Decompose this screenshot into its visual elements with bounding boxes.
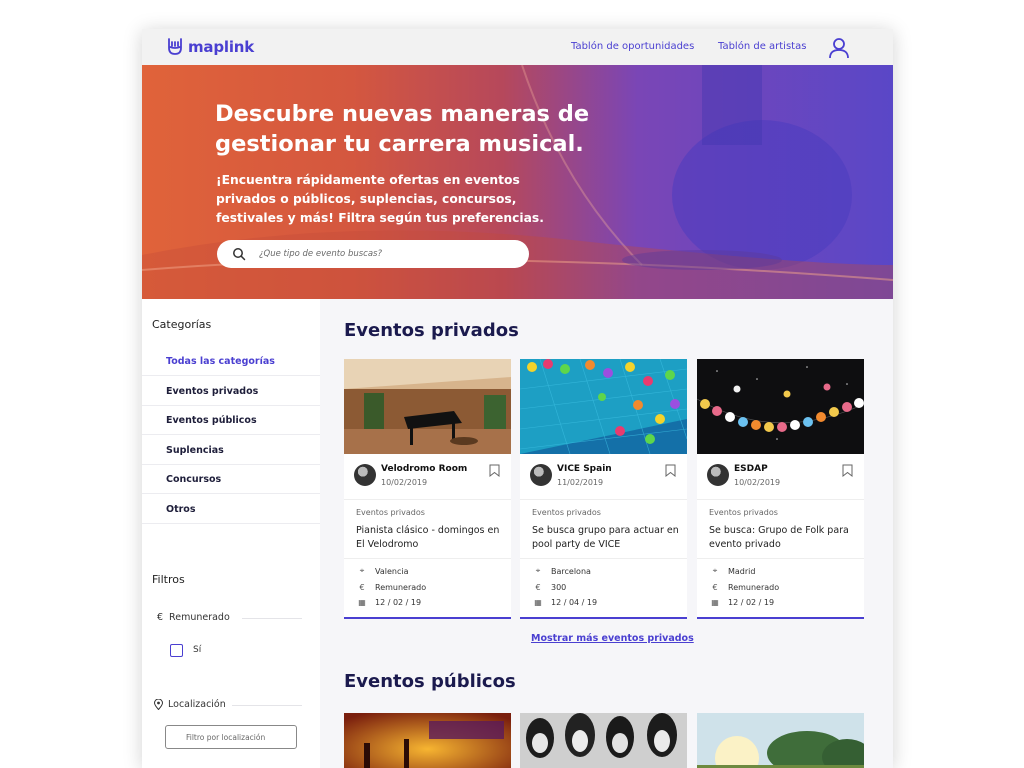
- public-events-title: Eventos públicos: [344, 671, 516, 692]
- user-profile-icon[interactable]: [828, 37, 850, 59]
- brand-name: maplink: [188, 38, 255, 56]
- card-event-date: ▦ 12 / 02 / 19: [710, 597, 774, 607]
- event-image-lanterns: [697, 359, 864, 454]
- category-others[interactable]: Otros: [142, 495, 320, 524]
- search-icon: [233, 248, 246, 261]
- euro-icon: €: [535, 582, 541, 592]
- top-navbar: maplink Tablón de oportunidades Tablón d…: [142, 29, 893, 65]
- filters-title: Filtros: [152, 573, 185, 586]
- card-organizer-name: VICE Spain: [557, 464, 612, 474]
- card-event-date-text: 12 / 02 / 19: [375, 597, 422, 607]
- euro-icon: €: [359, 582, 365, 592]
- euro-icon: €: [712, 582, 718, 592]
- location-filter-input[interactable]: [165, 725, 297, 749]
- card-location-text: Madrid: [728, 566, 756, 576]
- paid-filter-label: € Remunerado: [157, 612, 230, 623]
- brand-logo[interactable]: maplink: [166, 37, 254, 57]
- card-category: Eventos privados: [356, 508, 425, 517]
- avatar: [707, 464, 729, 486]
- calendar-icon: ▦: [534, 597, 542, 607]
- public-event-image-band[interactable]: [520, 713, 687, 768]
- card-location: ⌖ Valencia: [357, 566, 409, 576]
- hero-title: Descubre nuevas maneras de gestionar tu …: [215, 101, 590, 157]
- card-event-date: ▦ 12 / 02 / 19: [357, 597, 421, 607]
- paid-checkbox[interactable]: [170, 644, 183, 657]
- card-description: Se busca: Grupo de Folk para evento priv…: [709, 525, 849, 550]
- divider: [520, 558, 687, 559]
- bookmark-icon[interactable]: [842, 464, 853, 477]
- location-pin-icon: [154, 699, 163, 710]
- category-public-events[interactable]: Eventos públicos: [142, 406, 320, 435]
- card-location: ⌖ Barcelona: [533, 566, 591, 576]
- paid-filter-text: Remunerado: [169, 612, 230, 623]
- card-organizer-name: Velodromo Room: [381, 464, 468, 474]
- divider: [697, 558, 864, 559]
- nav-opportunities-link[interactable]: Tablón de oportunidades: [571, 41, 694, 52]
- card-post-date: 10/02/2019: [734, 478, 781, 487]
- show-more-private-events-link[interactable]: Mostrar más eventos privados: [531, 633, 694, 644]
- rock-hand-icon: [168, 38, 182, 55]
- card-category: Eventos privados: [532, 508, 601, 517]
- calendar-icon: ▦: [358, 597, 366, 607]
- card-organizer-name: ESDAP: [734, 464, 768, 474]
- categories-title: Categorías: [152, 318, 212, 331]
- location-pin-icon: ⌖: [712, 566, 718, 575]
- category-all[interactable]: Todas las categorías: [142, 347, 320, 376]
- card-header: Velodromo Room 10/02/2019: [344, 454, 511, 500]
- category-contests[interactable]: Concursos: [142, 465, 320, 494]
- hero-banner: Descubre nuevas maneras de gestionar tu …: [142, 65, 893, 299]
- bookmark-icon[interactable]: [665, 464, 676, 477]
- avatar: [354, 464, 376, 486]
- card-pay-text: Remunerado: [375, 582, 427, 592]
- card-event-date: ▦ 12 / 04 / 19: [533, 597, 597, 607]
- app-frame: maplink Tablón de oportunidades Tablón d…: [142, 29, 893, 768]
- event-card[interactable]: VICE Spain 11/02/2019 Eventos privados S…: [520, 359, 687, 619]
- card-header: ESDAP 10/02/2019: [697, 454, 864, 500]
- card-event-date-text: 12 / 02 / 19: [728, 597, 775, 607]
- bookmark-icon[interactable]: [489, 464, 500, 477]
- euro-icon: €: [157, 612, 164, 623]
- hero-subtitle: ¡Encuentra rápidamente ofertas en evento…: [216, 173, 544, 225]
- location-pin-icon: ⌖: [535, 566, 541, 575]
- calendar-icon: ▦: [711, 597, 719, 607]
- nav-artists-link[interactable]: Tablón de artistas: [718, 41, 806, 52]
- card-pay-text: 300: [551, 582, 567, 592]
- avatar: [530, 464, 552, 486]
- location-filter-label: Localización: [154, 699, 226, 710]
- card-event-date-text: 12 / 04 / 19: [551, 597, 598, 607]
- card-pay: € Remunerado: [710, 582, 779, 592]
- hero-search-bar[interactable]: [217, 240, 529, 268]
- event-image-piano-room: [344, 359, 511, 454]
- category-private-events[interactable]: Eventos privados: [142, 377, 320, 406]
- divider: [344, 558, 511, 559]
- private-events-title: Eventos privados: [344, 320, 519, 341]
- card-location-text: Valencia: [375, 566, 409, 576]
- card-post-date: 10/02/2019: [381, 478, 428, 487]
- location-pin-icon: ⌖: [359, 566, 365, 575]
- event-image-pool-balls: [520, 359, 687, 454]
- card-post-date: 11/02/2019: [557, 478, 604, 487]
- paid-checkbox-label: Sí: [193, 645, 202, 655]
- card-pay-text: Remunerado: [728, 582, 780, 592]
- divider: [232, 705, 302, 706]
- event-card[interactable]: Velodromo Room 10/02/2019 Eventos privad…: [344, 359, 511, 619]
- search-input[interactable]: [259, 246, 514, 262]
- public-event-image-stage[interactable]: [344, 713, 511, 768]
- card-category: Eventos privados: [709, 508, 778, 517]
- category-substitutions[interactable]: Suplencias: [142, 436, 320, 465]
- event-card[interactable]: ESDAP 10/02/2019 Eventos privados Se bus…: [697, 359, 864, 619]
- card-location: ⌖ Madrid: [710, 566, 756, 576]
- card-header: VICE Spain 11/02/2019: [520, 454, 687, 500]
- location-filter-text: Localización: [168, 699, 226, 710]
- card-description: Pianista clásico - domingos en El Velodr…: [356, 525, 500, 550]
- card-pay: € Remunerado: [357, 582, 426, 592]
- public-event-image-park[interactable]: [697, 713, 864, 768]
- card-pay: € 300: [533, 582, 566, 592]
- card-description: Se busca grupo para actuar en pool party…: [532, 525, 679, 550]
- card-location-text: Barcelona: [551, 566, 591, 576]
- sidebar: Categorías Todas las categorías Eventos …: [142, 299, 320, 768]
- divider: [242, 618, 302, 619]
